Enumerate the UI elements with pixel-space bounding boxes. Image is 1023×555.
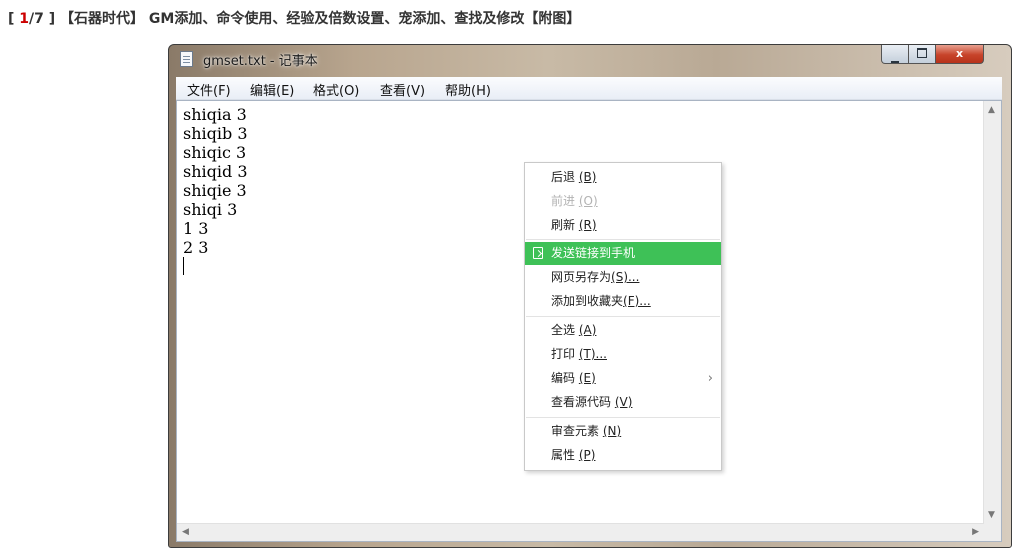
- ctx-key: (R): [578, 218, 597, 232]
- scroll-down-arrow-icon[interactable]: ▼: [988, 510, 995, 520]
- notepad-icon: [180, 51, 193, 67]
- ctx-label: 打印: [551, 347, 576, 361]
- ctx-key: (P): [578, 448, 596, 462]
- text-caret: [183, 257, 184, 275]
- ctx-key: (T)...: [578, 347, 607, 361]
- ctx-key: (S)...: [611, 270, 640, 284]
- ctx-label: 查看源代码: [551, 395, 612, 409]
- ctx-label: 后退: [551, 170, 576, 184]
- scroll-up-arrow-icon[interactable]: ▲: [988, 105, 995, 115]
- menu-help[interactable]: 帮助(H): [445, 80, 491, 99]
- ctx-key: (V): [614, 395, 633, 409]
- context-menu: 后退 (B) 前进 (O) 刷新 (R) 发送链接到手机 网页另存为(S)...…: [524, 162, 722, 471]
- title-bar[interactable]: gmset.txt - 记事本 x: [169, 45, 1011, 73]
- ctx-label: 添加到收藏夹: [551, 294, 624, 308]
- ctx-separator: [526, 417, 720, 418]
- ctx-label: 属性: [551, 448, 576, 462]
- ctx-key: (A): [578, 323, 597, 337]
- ctx-key: (B): [578, 170, 597, 184]
- ctx-key: (O): [578, 194, 598, 208]
- menu-file[interactable]: 文件(F): [187, 80, 231, 99]
- ctx-label: 编码: [551, 371, 576, 385]
- text-content[interactable]: shiqia 3 shiqib 3 shiqic 3 shiqid 3 shiq…: [183, 105, 248, 276]
- ctx-select-all[interactable]: 全选 (A): [525, 319, 721, 342]
- ctx-separator: [526, 316, 720, 317]
- menu-edit[interactable]: 编辑(E): [250, 80, 294, 99]
- ctx-properties[interactable]: 属性 (P): [525, 444, 721, 467]
- ctx-label: 审查元素: [551, 424, 600, 438]
- ctx-print[interactable]: 打印 (T)...: [525, 343, 721, 366]
- ctx-key: (E): [578, 371, 596, 385]
- ctx-inspect-element[interactable]: 审查元素 (N): [525, 420, 721, 443]
- ctx-save-page-as[interactable]: 网页另存为(S)...: [525, 266, 721, 289]
- text-line: 2 3: [183, 238, 209, 257]
- ctx-forward: 前进 (O): [525, 190, 721, 213]
- ctx-back[interactable]: 后退 (B): [525, 166, 721, 189]
- text-line: shiqid 3: [183, 162, 248, 181]
- send-to-phone-icon: [533, 247, 543, 259]
- ctx-label: 刷新: [551, 218, 576, 232]
- article-title: 【石器时代】 GM添加、命令使用、经验及倍数设置、宠添加、查找及修改【附图】: [60, 11, 581, 27]
- maximize-button[interactable]: [909, 45, 936, 64]
- ctx-view-source[interactable]: 查看源代码 (V): [525, 391, 721, 414]
- menu-format[interactable]: 格式(O): [313, 80, 359, 99]
- bracket-open: [: [8, 11, 15, 27]
- ctx-label: 全选: [551, 323, 576, 337]
- text-line: 1 3: [183, 219, 209, 238]
- close-button[interactable]: x: [936, 45, 984, 64]
- ctx-send-to-phone[interactable]: 发送链接到手机: [525, 242, 721, 265]
- ctx-refresh[interactable]: 刷新 (R): [525, 214, 721, 237]
- page-total: /7: [29, 11, 44, 27]
- bracket-close: ]: [48, 11, 56, 27]
- close-icon: x: [955, 47, 964, 60]
- vertical-scrollbar[interactable]: ▲ ▼: [983, 101, 1001, 524]
- ctx-key: (F)...: [623, 294, 651, 308]
- ctx-label: 发送链接到手机: [551, 246, 636, 260]
- text-line: shiqi 3: [183, 200, 238, 219]
- current-page-number: 1: [19, 11, 30, 27]
- ctx-label: 前进: [551, 194, 576, 208]
- ctx-key: (N): [602, 424, 622, 438]
- article-header: [ 1/7 ] 【石器时代】 GM添加、命令使用、经验及倍数设置、宠添加、查找及…: [8, 9, 580, 29]
- ctx-encoding[interactable]: 编码 (E) ›: [525, 367, 721, 390]
- text-line: shiqic 3: [183, 143, 247, 162]
- scroll-left-arrow-icon[interactable]: ◀: [182, 527, 189, 537]
- horizontal-scrollbar[interactable]: ◀ ▶: [177, 523, 984, 541]
- minimize-button[interactable]: [881, 45, 909, 64]
- text-line: shiqie 3: [183, 181, 247, 200]
- ctx-label: 网页另存为: [551, 270, 612, 284]
- minimize-icon: [891, 61, 899, 63]
- maximize-icon: [917, 48, 927, 58]
- ctx-add-favorites[interactable]: 添加到收藏夹(F)...: [525, 290, 721, 313]
- text-line: shiqib 3: [183, 124, 248, 143]
- resize-grip[interactable]: [984, 524, 1001, 541]
- caret-line: [183, 257, 248, 276]
- submenu-chevron-right-icon: ›: [707, 371, 713, 386]
- ctx-separator: [526, 239, 720, 240]
- menu-bar: 文件(F) 编辑(E) 格式(O) 查看(V) 帮助(H): [176, 77, 1002, 100]
- window-title: gmset.txt - 记事本: [203, 54, 318, 69]
- text-line: shiqia 3: [183, 105, 247, 124]
- scroll-right-arrow-icon[interactable]: ▶: [972, 527, 979, 537]
- menu-view[interactable]: 查看(V): [380, 80, 425, 99]
